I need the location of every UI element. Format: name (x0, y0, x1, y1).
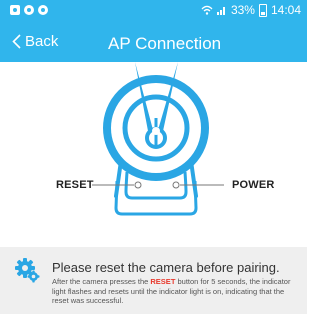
app-icon (24, 5, 34, 15)
app-header: 33% 14:04 Back AP Connection (0, 0, 307, 62)
page-title: AP Connection (108, 34, 222, 53)
reset-notice: Please reset the camera before pairing. … (0, 247, 307, 314)
reset-label: RESET (56, 179, 94, 191)
notice-title: Please reset the camera before pairing. (52, 260, 280, 275)
chevron-left-icon (12, 34, 21, 49)
battery-icon (258, 3, 267, 17)
wifi-icon (201, 5, 213, 15)
back-label: Back (25, 33, 59, 50)
back-button[interactable]: Back (12, 33, 58, 50)
gear-icon (15, 258, 40, 283)
notice-body-highlight: RESET (150, 277, 176, 286)
clock: 14:04 (270, 3, 301, 17)
signal-icon (216, 7, 225, 15)
nav-bar: Back AP Connection (0, 24, 307, 62)
image-icon (10, 5, 20, 15)
battery-percent: 33% (230, 3, 255, 17)
status-bar: 33% 14:04 (0, 0, 307, 22)
camera-illustration: RESET POWER (0, 62, 307, 262)
notice-body: After the camera presses the RESET butto… (52, 277, 302, 306)
notice-body-prefix: After the camera presses the (52, 277, 151, 286)
chat-icon (38, 5, 48, 15)
power-label: POWER (232, 179, 275, 191)
